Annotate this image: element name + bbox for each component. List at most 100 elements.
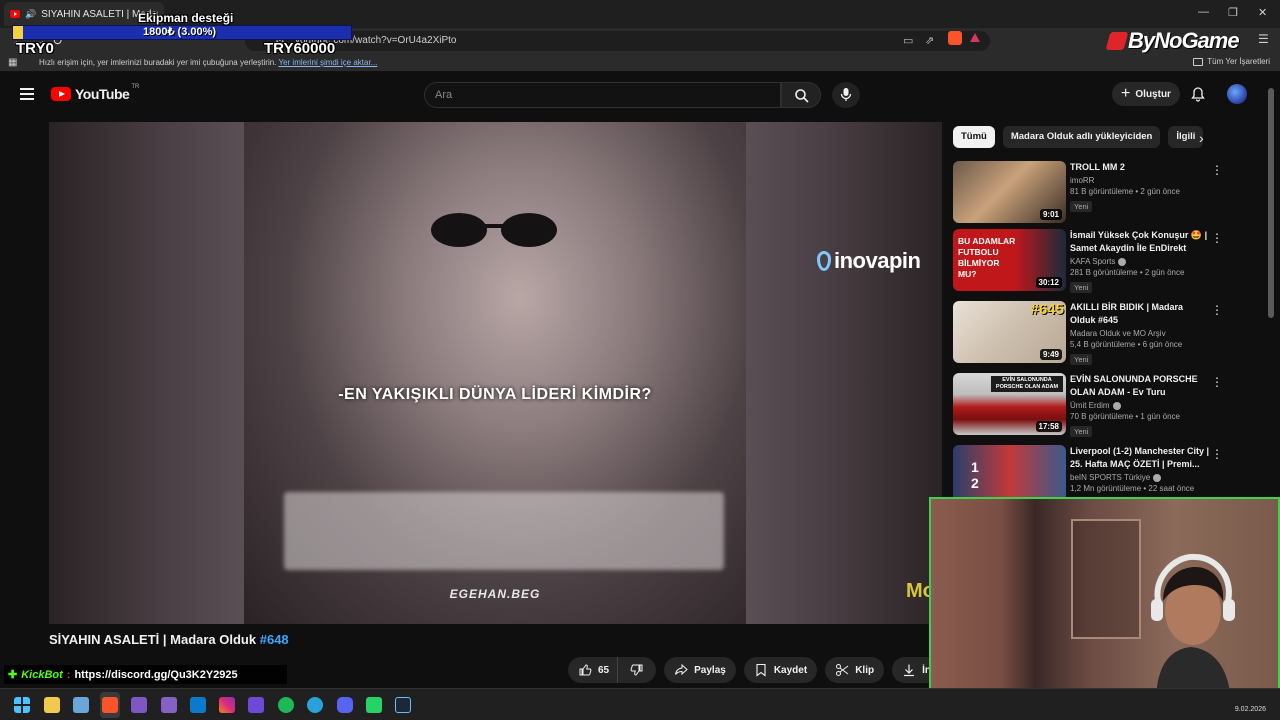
address-bar[interactable]: ⚙ youtube.com/watch?v=OrU4a2XiPto ▭ ⇗ [245,31,990,51]
pen-app-icon[interactable] [248,697,264,713]
streamer-silhouette [1151,553,1235,699]
apps-grid-icon[interactable]: ▦ [8,57,17,68]
video-player[interactable]: -EN YAKIŞIKLI DÜNYA LİDERİ KİMDİR? EGEHA… [49,122,942,624]
rec-channel-name[interactable]: Madara Olduk ve MO Arşiv [1070,329,1166,338]
list-item[interactable]: #645 9:49 AKILLI BİR BIDIK | Madara Oldu… [953,301,1253,365]
puzzle-app-icon[interactable] [131,697,147,713]
import-bookmarks-link[interactable]: Yer imlerini şimdi içe aktar... [278,58,377,67]
rec-title[interactable]: İsmail Yüksek Çok Konuşur 🤩 | Samet Akay… [1070,229,1210,255]
rec-title[interactable]: EVİN SALONUNDA PORSCHE OLAN ADAM - Ev Tu… [1070,373,1210,399]
browser-menu-icon[interactable]: ☰ [1258,32,1269,46]
chip-all[interactable]: Tümü [953,126,995,148]
instagram-icon[interactable] [219,697,235,713]
rec-title[interactable]: Liverpool (1-2) Manchester City | 25. Ha… [1070,445,1210,471]
create-button[interactable]: + Oluştur [1112,82,1180,106]
video-caption: -EN YAKIŞIKLI DÜNYA LİDERİ KİMDİR? [338,386,652,403]
file-explorer-icon[interactable] [44,697,60,713]
share-button[interactable]: Paylaş [664,657,736,683]
rec-channel[interactable]: beIN SPORTS Türkiye [1070,473,1210,482]
chip-from-uploader[interactable]: Madara Olduk adlı yükleyiciden [1002,126,1161,148]
video-duration: 30:12 [1035,277,1062,288]
youtube-header: YouTube TR Ara + Oluştur [0,72,1280,118]
sponsor-name: inovapin [834,248,921,273]
rec-channel[interactable]: imoRR [1070,176,1210,185]
more-options-icon[interactable]: ⋮ [1211,375,1223,389]
youtube-logo-text: YouTube [75,86,130,102]
video-thumbnail[interactable]: #645 9:49 [953,301,1066,363]
video-thumbnail[interactable]: BU ADAMLAR FUTBOLU BİLMİYOR MU? 30:12 [953,229,1066,291]
like-button[interactable]: 65 [568,657,618,683]
brave-rewards-icon[interactable] [970,33,980,42]
kick-icon: ✚ [8,669,18,681]
search-input[interactable]: Ara [424,82,781,108]
webcam-overlay [929,497,1280,701]
voice-search-button[interactable] [832,82,860,108]
monitor-app-icon[interactable] [73,697,89,713]
rec-channel[interactable]: Ümit Erdim [1070,401,1210,410]
dislike-button[interactable] [617,657,657,683]
brave-shields-icon[interactable] [948,31,962,45]
thumbnail-text: EVİN SALONUNDA PORSCHE OLAN ADAM [991,376,1063,392]
page-scrollbar[interactable] [1268,88,1274,318]
bynogame-text: ByNoGame [1128,28,1240,53]
spotify-icon[interactable] [278,697,294,713]
more-options-icon[interactable]: ⋮ [1211,231,1223,245]
video-hashtag[interactable]: #648 [260,632,289,647]
youtube-logo[interactable]: YouTube TR [51,84,139,102]
more-options-icon[interactable]: ⋮ [1211,303,1223,317]
video-blur-left [49,122,244,624]
verified-icon [1118,257,1127,266]
video-meta: Liverpool (1-2) Manchester City | 25. Ha… [1070,445,1210,493]
list-item[interactable]: EVİN SALONUNDA PORSCHE OLAN ADAM 17:58 E… [953,373,1253,437]
video-duration: 9:01 [1039,209,1062,220]
rec-title[interactable]: AKILLI BİR BIDIK | Madara Olduk #645 [1070,301,1210,327]
kickbot-name: KickBot [21,668,63,681]
visual-studio-icon[interactable] [161,697,177,713]
rec-channel-name[interactable]: KAFA Sports [1070,257,1115,266]
avatar[interactable] [1227,84,1247,104]
create-label: Oluştur [1135,88,1171,100]
video-thumbnail[interactable]: EVİN SALONUNDA PORSCHE OLAN ADAM 17:58 [953,373,1066,435]
vscode-icon[interactable] [190,697,206,713]
all-bookmarks[interactable]: Tüm Yer İşaretleri [1193,57,1270,66]
rec-stats: 81 B görüntüleme • 2 gün önce [1070,187,1180,196]
rec-title[interactable]: TROLL MM 2 [1070,161,1210,174]
filter-chips: Tümü Madara Olduk adlı yükleyiciden İlgi… [953,126,1204,148]
thumbnail-text: #645 [1030,301,1064,318]
donation-goal: 1800₺ (3.00%) Ekipman desteği TRY0 TRY60… [12,8,352,58]
goal-max: TRY60000 [264,40,336,57]
clip-button[interactable]: Klip [825,657,885,683]
video-thumbnail[interactable]: 9:01 [953,161,1066,223]
steam-icon[interactable] [395,697,411,713]
restore-icon[interactable]: ❐ [1228,6,1238,19]
minimize-icon[interactable]: — [1198,6,1209,18]
sunglasses-shape [431,213,557,247]
telegram-icon[interactable] [307,697,323,713]
rec-channel[interactable]: Madara Olduk ve MO Arşiv [1070,329,1210,338]
list-item[interactable]: 9:01 TROLL MM 2 imoRR 81 B görüntüleme •… [953,161,1253,225]
more-options-icon[interactable]: ⋮ [1211,447,1223,461]
kickbot-separator: : [66,668,71,681]
stream-app-icon[interactable] [366,697,382,713]
rec-channel-name[interactable]: Ümit Erdim [1070,401,1110,410]
chevron-right-icon[interactable]: › [1199,130,1204,146]
rec-channel-name[interactable]: imoRR [1070,176,1094,185]
windows-start-icon[interactable] [14,697,30,713]
search-button[interactable] [781,82,821,108]
rec-channel-name[interactable]: beIN SPORTS Türkiye [1070,473,1150,482]
brave-browser-icon[interactable] [102,697,118,713]
share-page-icon[interactable]: ⇗ [925,34,934,47]
verified-icon [1112,401,1121,410]
rec-channel[interactable]: KAFA Sports [1070,257,1210,266]
more-options-icon[interactable]: ⋮ [1211,163,1223,177]
video-meta: EVİN SALONUNDA PORSCHE OLAN ADAM - Ev Tu… [1070,373,1210,439]
verified-icon [1153,473,1162,482]
discord-icon[interactable] [337,697,353,713]
close-window-icon[interactable]: ✕ [1258,6,1267,19]
list-item[interactable]: BU ADAMLAR FUTBOLU BİLMİYOR MU? 30:12 İs… [953,229,1253,293]
goal-progress-bar: 1800₺ (3.00%) [12,25,352,40]
notifications-bell-icon[interactable] [1190,86,1206,102]
hamburger-menu-icon[interactable] [20,88,34,100]
save-button[interactable]: Kaydet [743,657,818,683]
cast-icon[interactable]: ▭ [903,34,913,47]
